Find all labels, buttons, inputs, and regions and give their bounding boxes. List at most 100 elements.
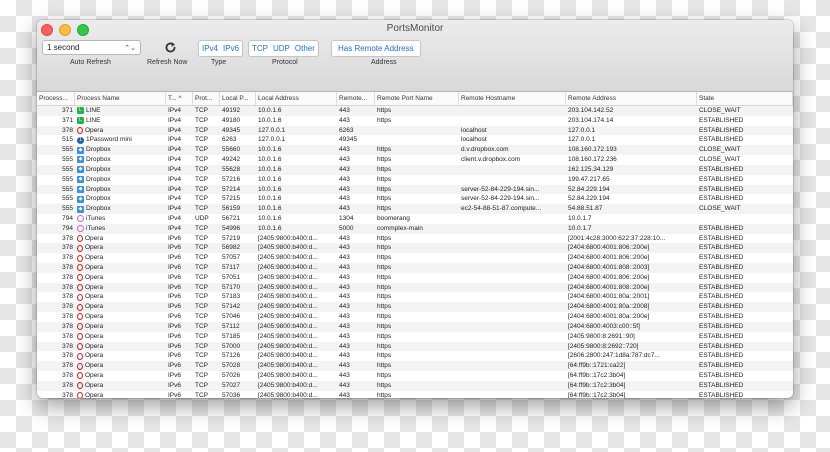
table-row[interactable]: 378 Opera IPv6 TCP 57057 [2405:9800:b400:d...… [37, 253, 793, 263]
table-row[interactable]: 515 1 1Password mini IPv4 TCP 6263 127.0.0.1 49… [37, 135, 793, 145]
process-name-text: Opera [85, 342, 104, 350]
refresh-interval-select[interactable]: 1 second ⌃⌄ [42, 40, 141, 55]
table-row[interactable]: 555 ◆ Dropbox IPv4 TCP 57215 10.0.1.6 443 https s… [37, 194, 793, 204]
cell-remote-address: 10.0.1.7 [568, 214, 592, 222]
column-header-remote-port[interactable]: Remote... [337, 92, 375, 105]
ipv6-toggle[interactable]: IPv6 [223, 44, 239, 53]
cell-remote-port-name [375, 126, 459, 136]
cell-state: ESTABLISHED [699, 185, 744, 193]
cell-remote-address: [2404:6800:4001:806::200e] [568, 244, 650, 252]
cell-state: ESTABLISHED [699, 362, 744, 370]
cell-local-address: [2405:9800:b400:d... [258, 313, 318, 321]
cell-remote-port: 6263 [339, 126, 354, 134]
column-header-protocol[interactable]: Prot... [193, 92, 220, 105]
cell-type: IPv6 [168, 244, 182, 252]
cell-process-name: Opera [75, 381, 166, 391]
table-row[interactable]: 378 Opera IPv6 TCP 57112 [2405:9800:b400:d...… [37, 321, 793, 332]
process-name-text: LINE [86, 107, 101, 114]
tcp-toggle[interactable]: TCP [252, 44, 268, 53]
table-row[interactable]: 555 ◆ Dropbox IPv4 TCP 55628 10.0.1.6 443 https 1… [37, 164, 793, 175]
cell-remote-port: 443 [339, 185, 350, 193]
table-row[interactable]: 378 Opera IPv6 TCP 57117 [2405:9800:b400:d...… [37, 263, 793, 273]
table-row[interactable]: 371 L LINE IPv4 TCP 49180 10.0.1.6 443 https 203.… [37, 116, 793, 126]
opera-icon [77, 333, 83, 341]
cell-process-name: Opera [75, 283, 166, 293]
connections-table: Process... Process Name T... ^ Prot... Local… [37, 92, 793, 398]
column-header-remote-hostname[interactable]: Remote Hostname [459, 92, 566, 105]
cell-local-address: [2405:9800:b400:d... [258, 264, 318, 271]
table-row[interactable]: 378 Opera IPv6 TCP 57183 [2405:9800:b400:d...… [37, 292, 793, 302]
ipv4-toggle[interactable]: IPv4 [202, 44, 218, 53]
table-row[interactable]: 378 Opera IPv6 TCP 57046 [2405:9800:b400:d...… [37, 312, 793, 322]
table-row[interactable]: 378 Opera IPv6 TCP 56982 [2405:9800:b400:d...… [37, 243, 793, 254]
has-remote-address-button[interactable]: Has Remote Address [331, 40, 421, 57]
cell-local-port: 54996 [222, 224, 241, 232]
dropbox-icon: ◆ [77, 185, 84, 193]
table-row[interactable]: 378 Opera IPv6 TCP 57027 [2405:9800:b400:d...… [37, 380, 793, 391]
cell-protocol: TCP [195, 146, 208, 154]
table-row[interactable]: 794 iTunes IPv4 UDP 56721 10.0.1.6 1304 boomera… [37, 214, 793, 224]
table-row[interactable]: 378 Opera IPv6 TCP 57185 [2405:9800:b400:d...… [37, 332, 793, 342]
dropbox-icon: ◆ [77, 205, 84, 213]
cell-remote-port-name: https [377, 381, 392, 389]
column-header-remote-address[interactable]: Remote Address [566, 92, 697, 105]
refresh-icon [165, 42, 175, 53]
cell-process-name: L LINE [75, 116, 166, 126]
cell-remote-port-name: commplex-main [377, 224, 423, 232]
other-toggle[interactable]: Other [295, 44, 315, 53]
cell-local-address: [2405:9800:b400:d... [258, 303, 318, 311]
cell-remote-port: 443 [339, 332, 350, 340]
cell-process-id: 378 [62, 391, 73, 398]
column-header-remote-port-name[interactable]: Remote Port Name [375, 92, 459, 105]
cell-remote-port-name: https [377, 205, 392, 213]
table-row[interactable]: 555 ◆ Dropbox IPv4 TCP 55660 10.0.1.6 443 https d… [37, 145, 793, 156]
column-header-process-id[interactable]: Process... [37, 92, 75, 105]
cell-remote-address: 162.125.34.129 [568, 165, 614, 173]
cell-process-id: 555 [62, 185, 73, 193]
cell-remote-port-name: https [377, 362, 392, 370]
table-row[interactable]: 378 Opera IPv6 TCP 57126 [2405:9800:b400:d...… [37, 351, 793, 361]
table-row[interactable]: 378 Opera IPv6 TCP 57051 [2405:9800:b400:d...… [37, 273, 793, 283]
column-header-local-port[interactable]: Local P... [220, 92, 256, 105]
cell-protocol: TCP [195, 107, 208, 114]
refresh-now-button[interactable] [160, 40, 180, 55]
udp-toggle[interactable]: UDP [273, 44, 290, 53]
table-row[interactable]: 371 L LINE IPv4 TCP 49192 10.0.1.6 443 https 203.… [37, 106, 793, 116]
table-row[interactable]: 378 Opera IPv6 TCP 57036 [2405:9800:b400:d...… [37, 391, 793, 398]
table-row[interactable]: 555 ◆ Dropbox IPv4 TCP 57214 10.0.1.6 443 https s… [37, 184, 793, 195]
column-header-local-address[interactable]: Local Address [256, 92, 337, 105]
column-header-process-name[interactable]: Process Name [75, 92, 166, 105]
cell-remote-hostname [459, 234, 566, 244]
cell-remote-address: 52.84.229.194 [568, 185, 610, 193]
process-name-text: Opera [85, 244, 104, 252]
table-row[interactable]: 378 Opera IPv4 TCP 49345 127.0.0.1 6263 localho… [37, 125, 793, 136]
cell-protocol: TCP [195, 126, 208, 134]
table-row[interactable]: 378 Opera IPv6 TCP 57000 [2405:9800:b400:d...… [37, 341, 793, 352]
table-row[interactable]: 378 Opera IPv6 TCP 57219 [2405:9800:b400:d...… [37, 234, 793, 244]
table-row[interactable]: 555 ◆ Dropbox IPv4 TCP 49242 10.0.1.6 443 https c… [37, 155, 793, 165]
table-row[interactable]: 378 Opera IPv6 TCP 57142 [2405:9800:b400:d...… [37, 302, 793, 313]
cell-remote-port: 443 [339, 244, 350, 252]
cell-type: IPv6 [168, 371, 182, 379]
cell-type: IPv4 [168, 107, 182, 114]
table-row[interactable]: 378 Opera IPv6 TCP 57170 [2405:9800:b400:d...… [37, 282, 793, 293]
cell-process-id: 555 [62, 175, 73, 183]
opera-icon [77, 264, 83, 272]
cell-remote-hostname [459, 214, 566, 224]
cell-remote-port-name: https [377, 322, 392, 330]
process-name-text: Dropbox [86, 195, 111, 203]
cell-process-name: iTunes [75, 214, 166, 224]
cell-remote-hostname [459, 175, 566, 185]
table-row[interactable]: 378 Opera IPv6 TCP 57028 [2405:9800:b400:d...… [37, 361, 793, 371]
table-row[interactable]: 378 Opera IPv6 TCP 57026 [2405:9800:b400:d...… [37, 371, 793, 381]
table-row[interactable]: 794 iTunes IPv4 TCP 54996 10.0.1.6 5000 commple… [37, 223, 793, 234]
cell-remote-port: 443 [339, 293, 350, 301]
cell-remote-hostname [459, 165, 566, 175]
column-header-state[interactable]: State [697, 92, 793, 105]
cell-protocol: TCP [195, 195, 208, 203]
table-row[interactable]: 555 ◆ Dropbox IPv4 TCP 56159 10.0.1.6 443 https e… [37, 204, 793, 214]
table-row[interactable]: 555 ◆ Dropbox IPv4 TCP 57216 10.0.1.6 443 https 1… [37, 175, 793, 185]
cell-state: CLOSE_WAIT [699, 107, 741, 114]
opera-icon [77, 274, 83, 282]
column-header-type[interactable]: T... ^ [166, 92, 193, 105]
